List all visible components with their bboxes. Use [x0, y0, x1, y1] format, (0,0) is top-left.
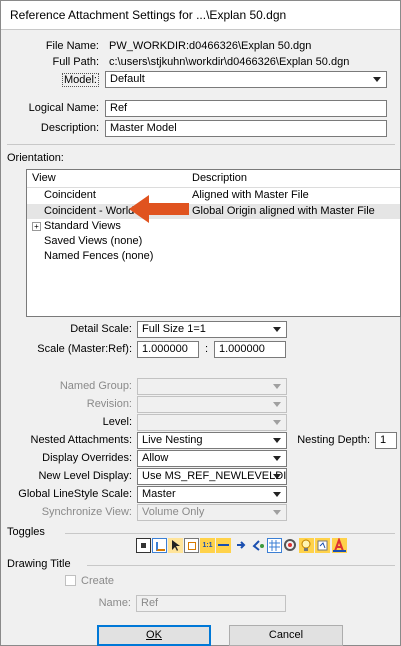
revision-label: Revision: — [86, 398, 132, 410]
chevron-down-icon — [273, 420, 281, 425]
display-toggle-icon[interactable] — [136, 538, 151, 553]
named-group-label: Named Group: — [59, 380, 132, 392]
list-item[interactable]: Coincident Aligned with Master File — [27, 188, 400, 203]
chevron-down-icon — [273, 492, 281, 497]
true-scale-icon[interactable]: 1:1 — [200, 538, 215, 553]
list-header: View Description — [27, 170, 400, 188]
display-overrides-label: Display Overrides: — [42, 452, 132, 464]
separator — [65, 533, 395, 534]
hilite-toggle-icon[interactable] — [299, 538, 314, 553]
list-item[interactable]: Named Fences (none) — [27, 249, 400, 264]
create-checkbox[interactable] — [65, 575, 76, 586]
detail-scale-select[interactable]: Full Size 1=1 — [137, 321, 287, 338]
full-path-value: c:\users\stjkuhn\workdir\d0466326\Explan… — [109, 56, 350, 68]
symbol-toggle-icon[interactable] — [250, 538, 265, 553]
cancel-button-label: Cancel — [268, 629, 304, 641]
list-item[interactable]: + Standard Views — [27, 219, 400, 234]
view-name: Saved Views (none) — [44, 235, 143, 247]
title-bar[interactable]: Reference Attachment Settings for ...\Ex… — [1, 1, 400, 30]
view-description: Aligned with Master File — [192, 189, 309, 201]
window-title: Reference Attachment Settings for ...\Ex… — [10, 8, 287, 22]
chevron-down-icon — [273, 384, 281, 389]
scale-line-styles-icon[interactable] — [216, 538, 231, 553]
view-name: Coincident - World — [44, 205, 135, 217]
file-name-label: File Name: — [45, 40, 99, 52]
separator — [87, 565, 395, 566]
view-name: Coincident — [44, 189, 96, 201]
dialog-window: Reference Attachment Settings for ...\Ex… — [0, 0, 401, 646]
synchronize-view-value: Volume Only — [142, 506, 205, 518]
snap-toggle-icon[interactable] — [152, 538, 167, 553]
file-name-value: PW_WORKDIR:d0466326\Explan 50.dgn — [109, 40, 312, 52]
ok-button-label: OK — [146, 629, 162, 641]
display-raster-icon[interactable] — [283, 538, 298, 553]
chevron-down-icon — [273, 327, 281, 332]
orientation-label: Orientation: — [7, 152, 64, 164]
detail-scale-label: Detail Scale: — [70, 323, 132, 335]
nested-attachments-value: Live Nesting — [142, 434, 203, 446]
scale-master-input[interactable]: 1.000000 — [137, 341, 199, 358]
ok-button[interactable]: OK — [97, 625, 211, 646]
synchronize-view-select[interactable]: Volume Only — [137, 504, 287, 521]
view-name: Named Fences (none) — [44, 250, 154, 262]
nested-attachments-label: Nested Attachments: — [30, 434, 133, 446]
treat-as-element-icon[interactable] — [184, 538, 199, 553]
nesting-depth-label: Nesting Depth: — [297, 434, 370, 446]
linestyle-scale-label: Global LineStyle Scale: — [18, 488, 132, 500]
create-label: Create — [81, 575, 115, 587]
chevron-down-icon — [273, 510, 281, 515]
named-group-select[interactable] — [137, 378, 287, 395]
view-description: Global Origin aligned with Master File — [192, 205, 375, 217]
view-name: Standard Views — [44, 220, 121, 232]
full-path-label: Full Path: — [52, 56, 99, 68]
title-name-input[interactable]: Ref — [136, 595, 286, 612]
boundary-toggle-icon[interactable] — [315, 538, 330, 553]
list-item[interactable]: Saved Views (none) — [27, 234, 400, 249]
revision-select[interactable] — [137, 396, 287, 413]
cancel-button[interactable]: Cancel — [229, 625, 343, 646]
level-label: Level: — [102, 416, 132, 428]
scale-ref-input[interactable]: 1.000000 — [214, 341, 286, 358]
new-level-display-select[interactable]: Use MS_REF_NEWLEVELDI — [137, 468, 287, 485]
linestyle-scale-value: Master — [142, 488, 176, 500]
drawing-title-label: Drawing Title — [7, 558, 71, 570]
list-item-selected[interactable]: Coincident - World Global Origin aligned… — [27, 204, 400, 219]
column-header-description[interactable]: Description — [192, 172, 247, 184]
toggles-label: Toggles — [7, 526, 45, 538]
expand-icon[interactable]: + — [32, 222, 41, 231]
scale-separator: : — [205, 343, 209, 355]
ignore-attachment-icon[interactable] — [234, 538, 249, 553]
chevron-down-icon — [273, 402, 281, 407]
grid-toggle-icon[interactable] — [267, 538, 282, 553]
title-name-label: Name: — [98, 597, 131, 609]
nested-attachments-select[interactable]: Live Nesting — [137, 432, 287, 449]
scale-label: Scale (Master:Ref): — [37, 343, 132, 355]
synchronize-view-label: Synchronize View: — [41, 506, 132, 518]
chevron-down-icon — [373, 77, 381, 82]
nesting-depth-input[interactable]: 1 — [375, 432, 397, 449]
detail-scale-value: Full Size 1=1 — [142, 323, 206, 335]
separator — [7, 144, 395, 145]
display-overrides-select[interactable]: Allow — [137, 450, 287, 467]
logical-name-input[interactable]: Ref — [105, 100, 387, 117]
locate-toggle-icon[interactable] — [168, 538, 183, 553]
column-header-view[interactable]: View — [32, 172, 56, 184]
chevron-down-icon — [273, 438, 281, 443]
new-level-display-value: Use MS_REF_NEWLEVELDI — [142, 470, 287, 482]
annotation-arrow-icon — [129, 195, 189, 223]
description-label: Description: — [40, 122, 99, 134]
level-select[interactable] — [137, 414, 287, 431]
text-toggle-icon[interactable] — [332, 537, 347, 553]
display-overrides-value: Allow — [142, 452, 169, 464]
model-label: Model: — [61, 73, 99, 87]
model-value: Default — [110, 73, 145, 85]
orientation-list[interactable]: View Description Coincident Aligned with… — [26, 169, 401, 317]
description-input[interactable]: Master Model — [105, 120, 387, 137]
logical-name-label: Logical Name: — [28, 102, 99, 114]
new-level-display-label: New Level Display: — [38, 470, 132, 482]
chevron-down-icon — [273, 474, 281, 479]
chevron-down-icon — [273, 456, 281, 461]
model-select[interactable]: Default — [105, 71, 387, 88]
linestyle-scale-select[interactable]: Master — [137, 486, 287, 503]
